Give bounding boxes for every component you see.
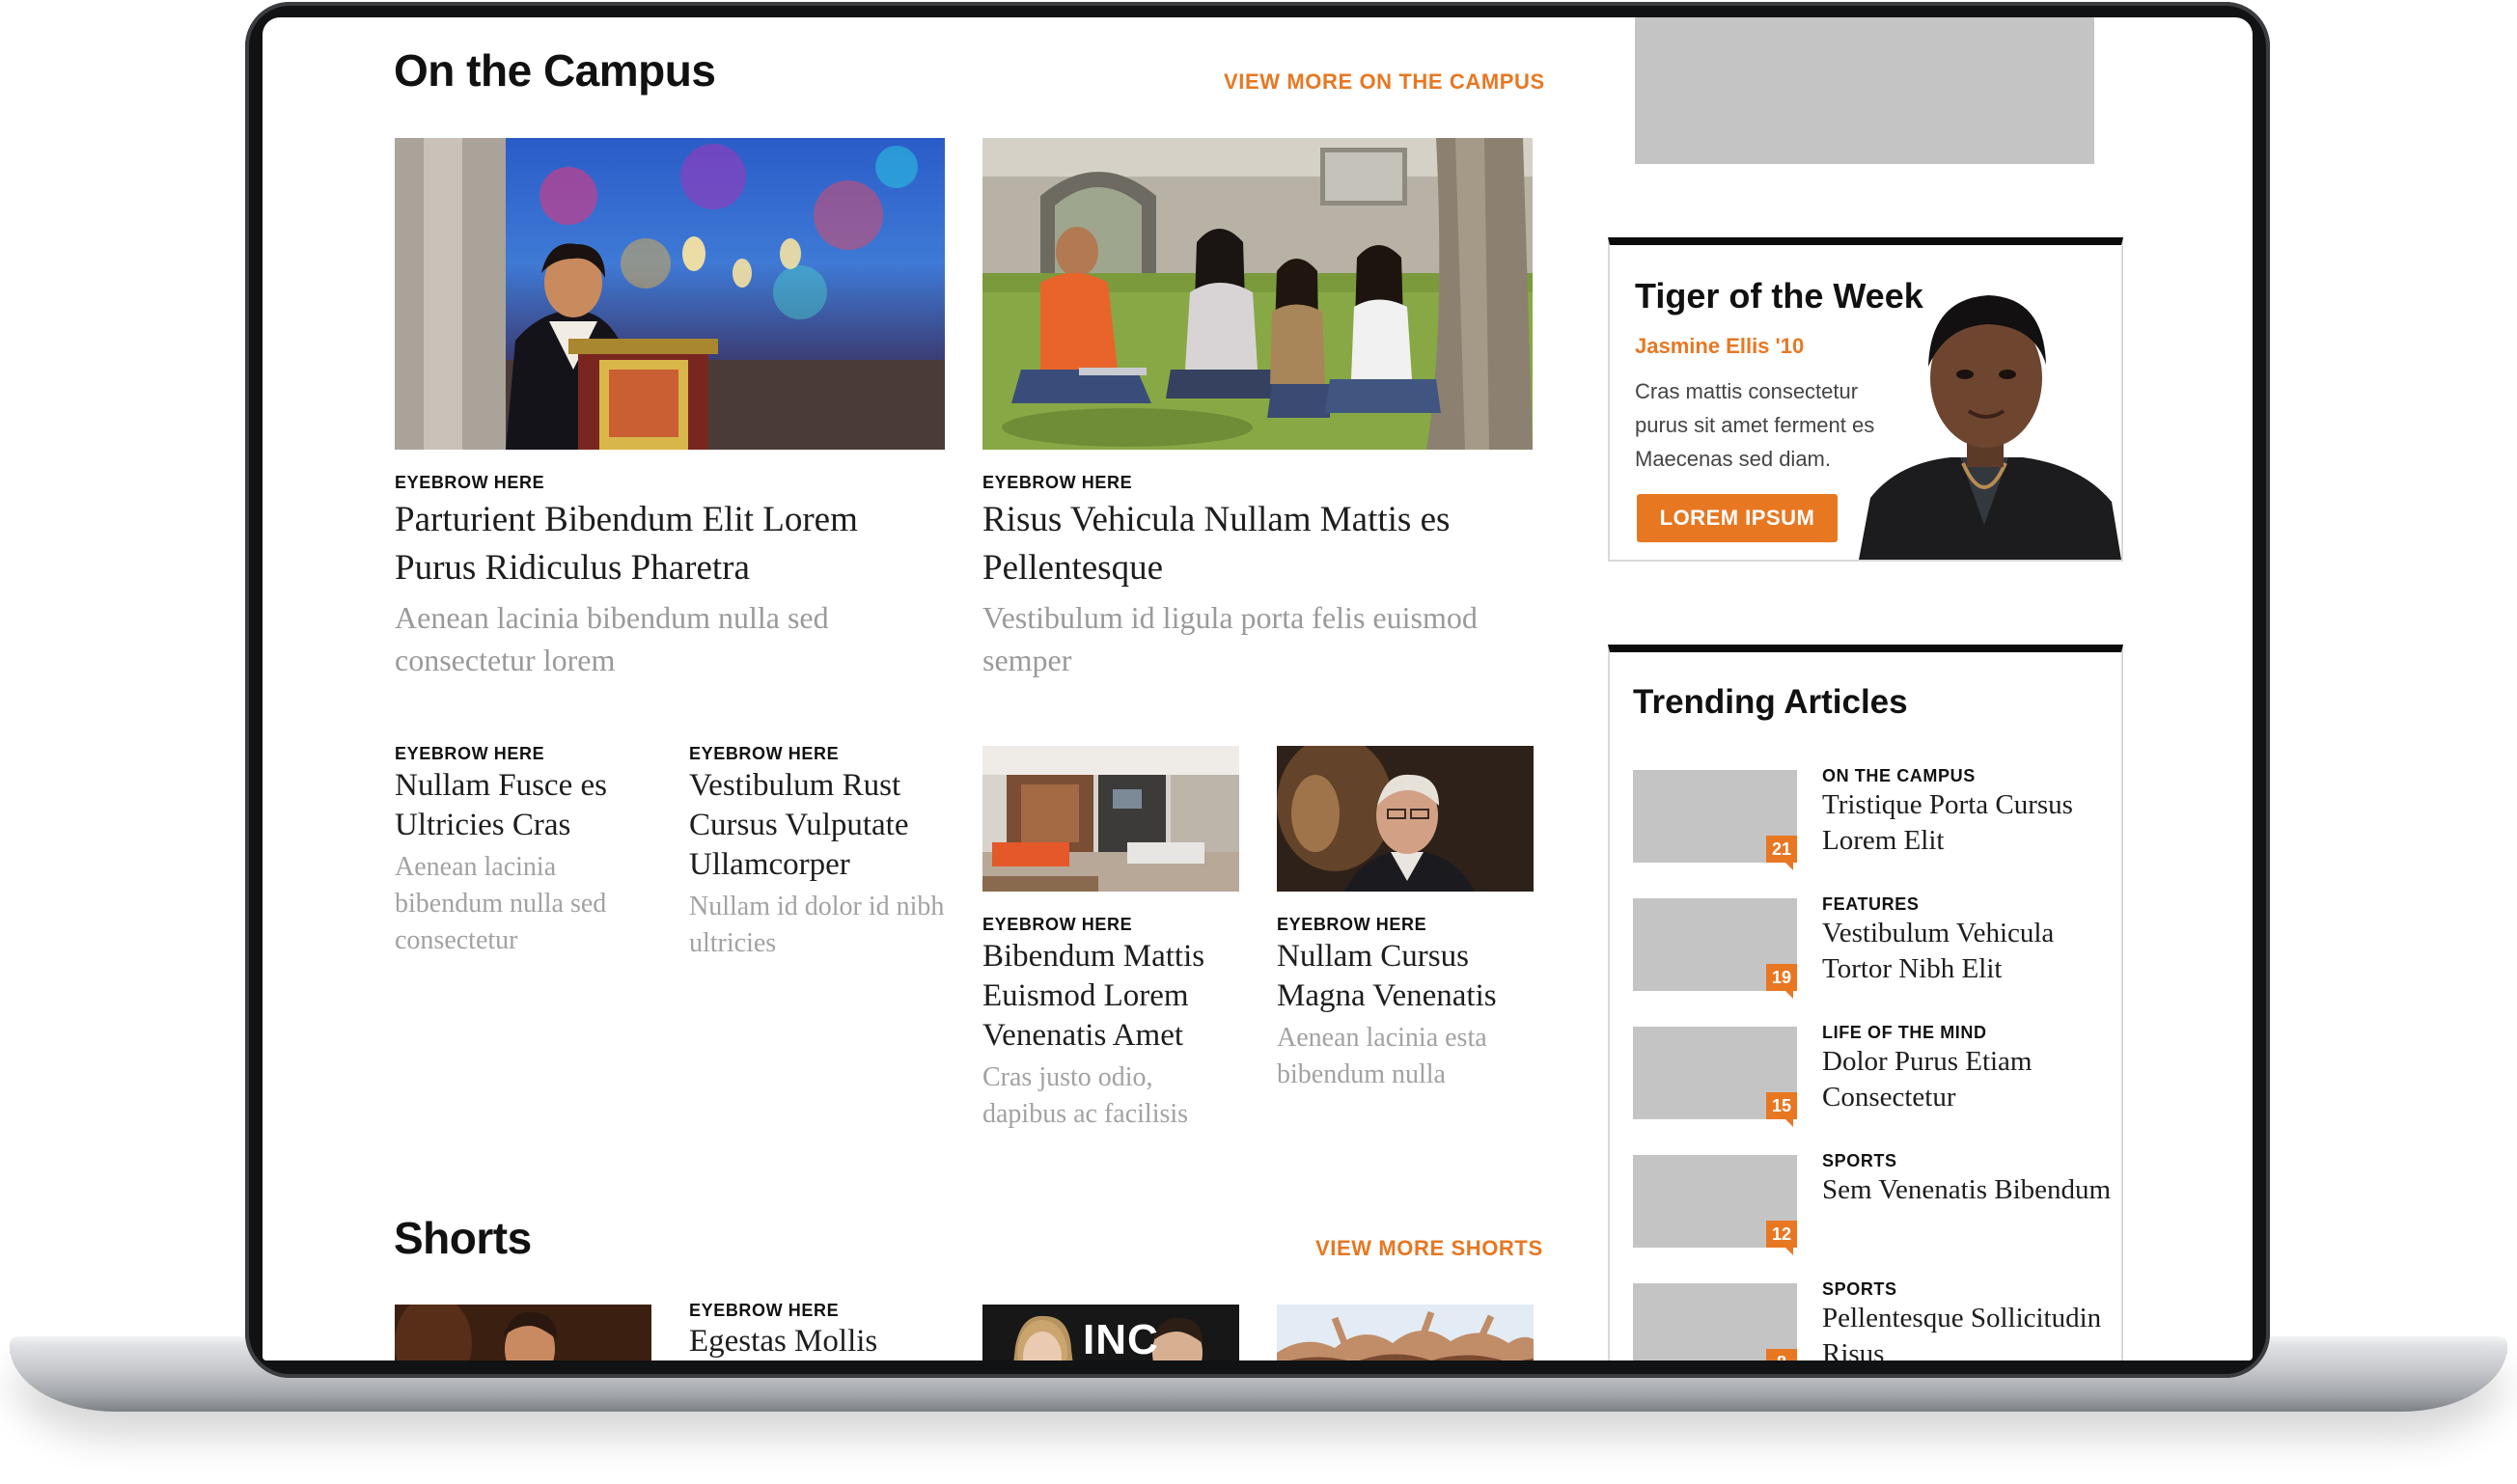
- trending-category: FEATURES: [1822, 894, 1920, 914]
- article-image-lounge[interactable]: [982, 746, 1239, 892]
- article-headline-4[interactable]: Nullam Cursus Magna Venenatis: [1277, 937, 1537, 1016]
- short-image-1[interactable]: [395, 1305, 651, 1360]
- article-dek-3: Cras justo odio, dapibus ac facilisis: [982, 1062, 1189, 1129]
- article-headline-2[interactable]: Vestibulum Rust Cursus Vulputate Ullamco…: [689, 766, 950, 885]
- view-more-shorts-link[interactable]: VIEW MORE SHORTS: [1315, 1236, 1543, 1261]
- short-headline-1[interactable]: Egestas Mollis: [689, 1322, 950, 1360]
- portrait-photo: [1277, 746, 1534, 892]
- featured-dek-1: Aenean lacinia bibendum nulla sed consec…: [395, 600, 829, 677]
- trending-category: SPORTS: [1822, 1151, 1897, 1170]
- short-photo-3: [1277, 1305, 1534, 1360]
- trending-item[interactable]: 12 SPORTS Sem Venenatis Bibendum: [1633, 1151, 2111, 1261]
- article-eyebrow-2: EYEBROW HERE: [689, 744, 840, 763]
- comment-count-badge: 12: [1766, 1221, 1797, 1255]
- article-eyebrow-4: EYEBROW HERE: [1277, 915, 1427, 934]
- article-headline-1[interactable]: Nullam Fusce es Ultricies Cras: [395, 766, 655, 845]
- article-eyebrow-1: EYEBROW HERE: [395, 744, 545, 763]
- speaker-photo: [395, 138, 945, 450]
- article-dek-2: Nullam id dolor id nibh ultricies: [689, 892, 945, 958]
- short-thumb-text: INC: [1083, 1316, 1159, 1360]
- trending-thumbnail[interactable]: 12: [1633, 1155, 1797, 1255]
- tiger-portrait[interactable]: [1859, 274, 2121, 560]
- article-image-lawn[interactable]: [982, 138, 1533, 450]
- short-eyebrow-1: EYEBROW HERE: [689, 1301, 840, 1320]
- browser-viewport: On the Campus VIEW MORE ON THE CAMPUS EY…: [263, 17, 2253, 1360]
- article-dek-4: Aenean lacinia esta bibendum nulla: [1277, 1023, 1487, 1089]
- article-dek-1: Aenean lacinia bibendum nulla sed consec…: [395, 852, 607, 955]
- comment-count-badge: 15: [1766, 1092, 1797, 1127]
- trending-title: Trending Articles: [1633, 683, 1908, 721]
- article-eyebrow-3: EYEBROW HERE: [982, 915, 1133, 934]
- trending-headline[interactable]: Pellentesque Sollicitudin Risus: [1822, 1301, 2112, 1360]
- article-headline-3[interactable]: Bibendum Mattis Euismod Lorem Venenatis …: [982, 937, 1243, 1056]
- trending-item[interactable]: 19 FEATURES Vestibulum Vehicula Tortor N…: [1633, 894, 2106, 1004]
- featured-headline-1[interactable]: Parturient Bibendum Elit Lorem Purus Rid…: [395, 496, 945, 592]
- short-image-2[interactable]: INC: [982, 1305, 1239, 1360]
- trending-articles-panel: Trending Articles 21 ON THE CAMPUS Trist…: [1608, 645, 2123, 1360]
- tiger-name-link[interactable]: Jasmine Ellis '10: [1635, 334, 1804, 359]
- trending-item[interactable]: 21 ON THE CAMPUS Tristique Porta Cursus …: [1633, 766, 2106, 876]
- trending-category: SPORTS: [1822, 1279, 1897, 1299]
- short-photo-1: [395, 1305, 651, 1360]
- trending-thumbnail[interactable]: 15: [1633, 1027, 1797, 1127]
- view-more-campus-link[interactable]: VIEW MORE ON THE CAMPUS: [1224, 69, 1545, 95]
- trending-thumbnail[interactable]: 8: [1633, 1283, 1797, 1360]
- tiger-of-the-week-panel: Tiger of the Week Jasmine Ellis '10 Cras…: [1608, 237, 2123, 562]
- trending-thumbnail[interactable]: 19: [1633, 898, 1797, 999]
- featured-eyebrow-2: EYEBROW HERE: [982, 473, 1133, 492]
- trending-item[interactable]: 8 SPORTS Pellentesque Sollicitudin Risus: [1633, 1279, 2106, 1360]
- featured-headline-2[interactable]: Risus Vehicula Nullam Mattis es Pellente…: [982, 496, 1533, 592]
- trending-category: ON THE CAMPUS: [1822, 766, 1976, 785]
- trending-headline[interactable]: Sem Venenatis Bibendum: [1822, 1172, 2112, 1208]
- comment-count-badge: 19: [1766, 964, 1797, 999]
- trending-item[interactable]: 15 LIFE OF THE MIND Dolor Purus Etiam Co…: [1633, 1023, 2106, 1133]
- tiger-description: Cras mattis consectetur purus sit amet f…: [1635, 379, 1875, 471]
- featured-dek-2: Vestibulum id ligula porta felis euismod…: [982, 600, 1478, 677]
- trending-headline[interactable]: Dolor Purus Etiam Consectetur: [1822, 1044, 2112, 1115]
- article-image-speaker[interactable]: [395, 138, 945, 450]
- students-lawn-photo: [982, 138, 1533, 450]
- trending-thumbnail[interactable]: 21: [1633, 770, 1797, 870]
- comment-count-badge: 8: [1766, 1349, 1797, 1360]
- lounge-photo: [982, 746, 1239, 892]
- trending-category: LIFE OF THE MIND: [1822, 1023, 1987, 1042]
- ad-placeholder[interactable]: [1635, 17, 2094, 164]
- short-image-3[interactable]: [1277, 1305, 1534, 1360]
- comment-count-badge: 21: [1766, 836, 1797, 870]
- trending-headline[interactable]: Tristique Porta Cursus Lorem Elit: [1822, 787, 2112, 859]
- section-title-shorts: Shorts: [394, 1213, 532, 1263]
- article-image-portrait[interactable]: [1277, 746, 1534, 892]
- featured-eyebrow-1: EYEBROW HERE: [395, 473, 545, 492]
- tiger-button[interactable]: LOREM IPSUM: [1637, 494, 1838, 542]
- trending-headline[interactable]: Vestibulum Vehicula Tortor Nibh Elit: [1822, 916, 2112, 987]
- section-title-campus: On the Campus: [394, 45, 716, 96]
